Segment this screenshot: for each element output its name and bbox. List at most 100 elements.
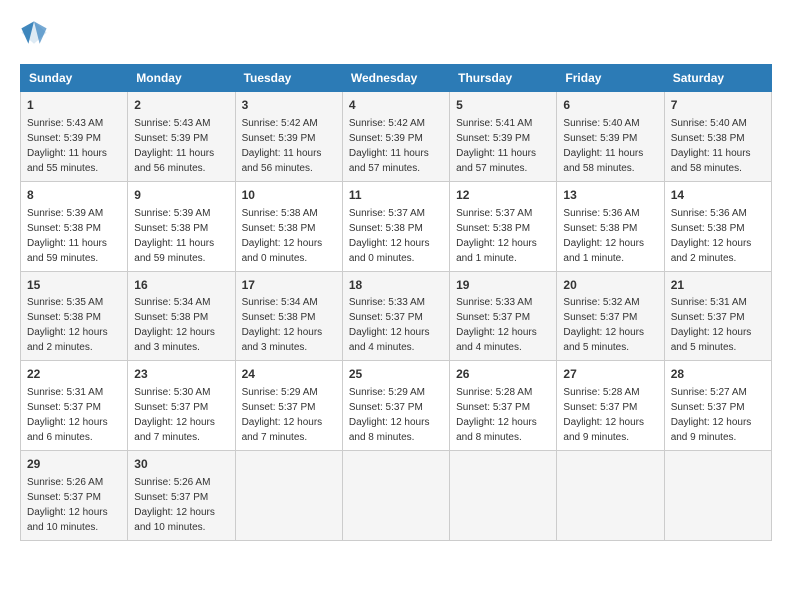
calendar-cell: 14 Sunrise: 5:36 AMSunset: 5:38 PMDayligh… [664, 181, 771, 271]
day-number: 14 [671, 187, 765, 204]
calendar-cell [664, 451, 771, 541]
cell-content: Sunrise: 5:43 AMSunset: 5:39 PMDaylight:… [27, 118, 107, 174]
day-number: 15 [27, 277, 121, 294]
day-number: 2 [134, 97, 228, 114]
calendar-cell [342, 451, 449, 541]
day-number: 11 [349, 187, 443, 204]
day-header: Friday [557, 65, 664, 92]
day-header: Wednesday [342, 65, 449, 92]
day-number: 16 [134, 277, 228, 294]
day-number: 20 [563, 277, 657, 294]
day-number: 19 [456, 277, 550, 294]
cell-content: Sunrise: 5:28 AMSunset: 5:37 PMDaylight:… [456, 387, 537, 443]
cell-content: Sunrise: 5:36 AMSunset: 5:38 PMDaylight:… [563, 208, 644, 264]
day-number: 17 [242, 277, 336, 294]
day-number: 26 [456, 366, 550, 383]
day-header: Monday [128, 65, 235, 92]
cell-content: Sunrise: 5:36 AMSunset: 5:38 PMDaylight:… [671, 208, 752, 264]
day-number: 28 [671, 366, 765, 383]
cell-content: Sunrise: 5:29 AMSunset: 5:37 PMDaylight:… [349, 387, 430, 443]
day-number: 8 [27, 187, 121, 204]
day-header: Sunday [21, 65, 128, 92]
calendar-cell: 15Sunrise: 5:35 AMSunset: 5:38 PMDayligh… [21, 271, 128, 361]
cell-content: Sunrise: 5:26 AMSunset: 5:37 PMDaylight:… [134, 477, 215, 533]
day-number: 7 [671, 97, 765, 114]
calendar-cell: 13 Sunrise: 5:36 AMSunset: 5:38 PMDayligh… [557, 181, 664, 271]
day-number: 29 [27, 456, 121, 473]
page-header [20, 20, 772, 48]
calendar-cell: 29 Sunrise: 5:26 AMSunset: 5:37 PMDayligh… [21, 451, 128, 541]
calendar-cell: 8 Sunrise: 5:39 AMSunset: 5:38 PMDaylight… [21, 181, 128, 271]
cell-content: Sunrise: 5:41 AMSunset: 5:39 PMDaylight:… [456, 118, 536, 174]
day-number: 5 [456, 97, 550, 114]
calendar-cell: 11 Sunrise: 5:37 AMSunset: 5:38 PMDayligh… [342, 181, 449, 271]
calendar-cell: 25 Sunrise: 5:29 AMSunset: 5:37 PMDayligh… [342, 361, 449, 451]
calendar-cell: 1 Sunrise: 5:43 AMSunset: 5:39 PMDaylight… [21, 92, 128, 182]
cell-content: Sunrise: 5:29 AMSunset: 5:37 PMDaylight:… [242, 387, 323, 443]
calendar-cell [450, 451, 557, 541]
cell-content: Sunrise: 5:33 AMSunset: 5:37 PMDaylight:… [456, 297, 537, 353]
cell-content: Sunrise: 5:31 AMSunset: 5:37 PMDaylight:… [671, 297, 752, 353]
cell-content: Sunrise: 5:37 AMSunset: 5:38 PMDaylight:… [349, 208, 430, 264]
calendar-cell: 7 Sunrise: 5:40 AMSunset: 5:38 PMDaylight… [664, 92, 771, 182]
calendar-cell: 20 Sunrise: 5:32 AMSunset: 5:37 PMDayligh… [557, 271, 664, 361]
cell-content: Sunrise: 5:40 AMSunset: 5:39 PMDaylight:… [563, 118, 643, 174]
calendar-cell: 12 Sunrise: 5:37 AMSunset: 5:38 PMDayligh… [450, 181, 557, 271]
calendar-cell [557, 451, 664, 541]
calendar-cell: 3 Sunrise: 5:42 AMSunset: 5:39 PMDaylight… [235, 92, 342, 182]
cell-content: Sunrise: 5:30 AMSunset: 5:37 PMDaylight:… [134, 387, 215, 443]
calendar-cell: 9 Sunrise: 5:39 AMSunset: 5:38 PMDaylight… [128, 181, 235, 271]
day-header: Saturday [664, 65, 771, 92]
calendar-cell: 27 Sunrise: 5:28 AMSunset: 5:37 PMDayligh… [557, 361, 664, 451]
cell-content: Sunrise: 5:26 AMSunset: 5:37 PMDaylight:… [27, 477, 108, 533]
day-number: 10 [242, 187, 336, 204]
cell-content: Sunrise: 5:34 AMSunset: 5:38 PMDaylight:… [134, 297, 215, 353]
calendar-cell: 2 Sunrise: 5:43 AMSunset: 5:39 PMDaylight… [128, 92, 235, 182]
day-number: 6 [563, 97, 657, 114]
cell-content: Sunrise: 5:39 AMSunset: 5:38 PMDaylight:… [134, 208, 214, 264]
calendar-cell: 24 Sunrise: 5:29 AMSunset: 5:37 PMDayligh… [235, 361, 342, 451]
calendar-cell: 5 Sunrise: 5:41 AMSunset: 5:39 PMDaylight… [450, 92, 557, 182]
calendar-cell: 10 Sunrise: 5:38 AMSunset: 5:38 PMDayligh… [235, 181, 342, 271]
day-number: 3 [242, 97, 336, 114]
cell-content: Sunrise: 5:34 AMSunset: 5:38 PMDaylight:… [242, 297, 323, 353]
calendar-cell: 18 Sunrise: 5:33 AMSunset: 5:37 PMDayligh… [342, 271, 449, 361]
day-number: 18 [349, 277, 443, 294]
cell-content: Sunrise: 5:43 AMSunset: 5:39 PMDaylight:… [134, 118, 214, 174]
day-number: 4 [349, 97, 443, 114]
calendar-cell: 4 Sunrise: 5:42 AMSunset: 5:39 PMDaylight… [342, 92, 449, 182]
day-header: Thursday [450, 65, 557, 92]
cell-content: Sunrise: 5:37 AMSunset: 5:38 PMDaylight:… [456, 208, 537, 264]
day-number: 13 [563, 187, 657, 204]
day-number: 1 [27, 97, 121, 114]
calendar-cell: 30Sunrise: 5:26 AMSunset: 5:37 PMDayligh… [128, 451, 235, 541]
cell-content: Sunrise: 5:38 AMSunset: 5:38 PMDaylight:… [242, 208, 323, 264]
calendar-cell: 6 Sunrise: 5:40 AMSunset: 5:39 PMDaylight… [557, 92, 664, 182]
day-number: 22 [27, 366, 121, 383]
logo-icon [20, 20, 48, 48]
cell-content: Sunrise: 5:42 AMSunset: 5:39 PMDaylight:… [242, 118, 322, 174]
calendar-cell: 19 Sunrise: 5:33 AMSunset: 5:37 PMDayligh… [450, 271, 557, 361]
cell-content: Sunrise: 5:33 AMSunset: 5:37 PMDaylight:… [349, 297, 430, 353]
day-number: 9 [134, 187, 228, 204]
day-number: 23 [134, 366, 228, 383]
calendar-cell: 17 Sunrise: 5:34 AMSunset: 5:38 PMDayligh… [235, 271, 342, 361]
calendar-cell [235, 451, 342, 541]
day-number: 21 [671, 277, 765, 294]
calendar-cell: 16 Sunrise: 5:34 AMSunset: 5:38 PMDayligh… [128, 271, 235, 361]
day-header: Tuesday [235, 65, 342, 92]
calendar-cell: 23 Sunrise: 5:30 AMSunset: 5:37 PMDayligh… [128, 361, 235, 451]
day-number: 24 [242, 366, 336, 383]
cell-content: Sunrise: 5:32 AMSunset: 5:37 PMDaylight:… [563, 297, 644, 353]
cell-content: Sunrise: 5:42 AMSunset: 5:39 PMDaylight:… [349, 118, 429, 174]
cell-content: Sunrise: 5:40 AMSunset: 5:38 PMDaylight:… [671, 118, 751, 174]
cell-content: Sunrise: 5:39 AMSunset: 5:38 PMDaylight:… [27, 208, 107, 264]
calendar-table: SundayMondayTuesdayWednesdayThursdayFrid… [20, 64, 772, 541]
day-number: 25 [349, 366, 443, 383]
calendar-cell: 26 Sunrise: 5:28 AMSunset: 5:37 PMDayligh… [450, 361, 557, 451]
day-number: 12 [456, 187, 550, 204]
cell-content: Sunrise: 5:27 AMSunset: 5:37 PMDaylight:… [671, 387, 752, 443]
calendar-cell: 28 Sunrise: 5:27 AMSunset: 5:37 PMDayligh… [664, 361, 771, 451]
day-number: 27 [563, 366, 657, 383]
cell-content: Sunrise: 5:28 AMSunset: 5:37 PMDaylight:… [563, 387, 644, 443]
